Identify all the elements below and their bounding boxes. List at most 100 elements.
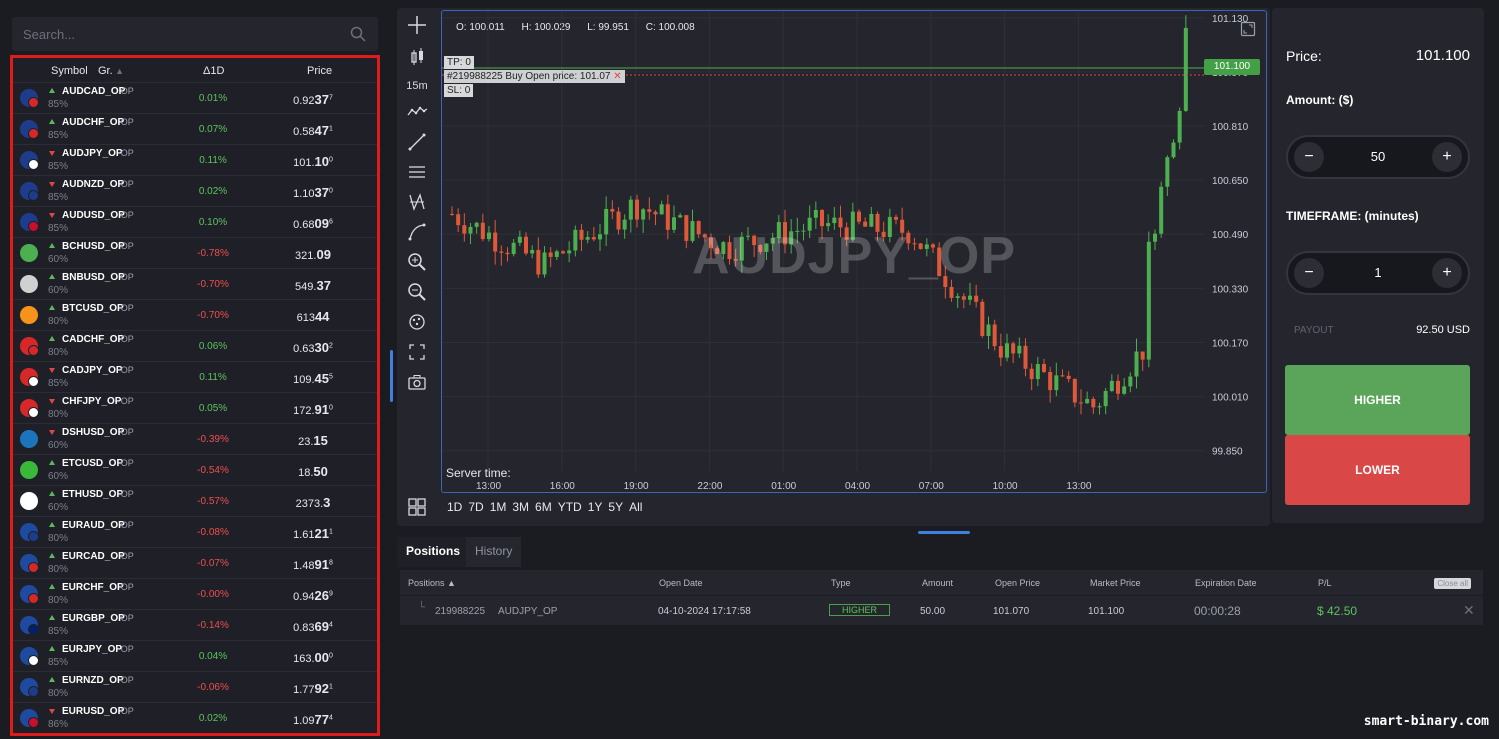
- range-all[interactable]: All: [629, 500, 642, 514]
- pattern-icon[interactable]: [405, 190, 429, 214]
- layout-grid-icon[interactable]: [407, 497, 427, 517]
- amount-value[interactable]: 50: [1328, 149, 1428, 164]
- col-type[interactable]: Type: [831, 578, 851, 588]
- timeframe-plus-button[interactable]: +: [1432, 258, 1462, 288]
- trend-up-icon: [49, 243, 55, 248]
- symbol-price: 1.09774: [268, 712, 358, 727]
- symbol-row[interactable]: EURNZD_OP OP 80% -0.06% 1.77921: [13, 672, 377, 703]
- symbol-row[interactable]: BTCUSD_OP OP 80% -0.70% 61344: [13, 300, 377, 331]
- range-6m[interactable]: 6M: [535, 500, 552, 514]
- symbol-row[interactable]: EURCHF_OP OP 80% -0.00% 0.94269: [13, 579, 377, 610]
- price-pips: 91: [314, 557, 329, 572]
- close-order-icon[interactable]: ✕: [613, 71, 621, 82]
- search-icon[interactable]: [350, 26, 366, 42]
- take-profit-label[interactable]: TP: 0: [444, 56, 474, 69]
- camera-icon[interactable]: [405, 370, 429, 394]
- tab-history[interactable]: History: [466, 537, 522, 567]
- range-3m[interactable]: 3M: [512, 500, 529, 514]
- range-1d[interactable]: 1D: [447, 500, 462, 514]
- symbol-payout: 85%: [48, 378, 69, 389]
- crosshair-icon[interactable]: [405, 13, 429, 37]
- symbol-row[interactable]: EURAUD_OP OP 80% -0.08% 1.61211: [13, 517, 377, 548]
- amount-minus-button[interactable]: −: [1294, 142, 1324, 172]
- symbol-row[interactable]: AUDJPY_OP OP 85% 0.11% 101.100: [13, 145, 377, 176]
- zoom-out-icon[interactable]: [405, 280, 429, 304]
- symbol-row[interactable]: EURUSD_OP OP 86% 0.02% 1.09774: [13, 703, 377, 733]
- line-chart-icon[interactable]: [405, 100, 429, 124]
- col-symbol[interactable]: Symbol: [51, 65, 88, 77]
- symbol-row[interactable]: AUDUSD_OP OP 85% 0.10% 0.68096: [13, 207, 377, 238]
- tab-positions[interactable]: Positions: [397, 537, 470, 567]
- horizontal-lines-icon[interactable]: [405, 160, 429, 184]
- symbol-row[interactable]: DSHUSD_OP OP 60% -0.39% 23.15: [13, 424, 377, 455]
- price-fraction: 8: [328, 559, 333, 567]
- symbol-payout: 60%: [48, 285, 69, 296]
- search-input[interactable]: [12, 17, 342, 51]
- trend-up-icon: [49, 305, 55, 310]
- open-order-label[interactable]: #219988225 Buy Open price: 101.07 ✕: [444, 70, 625, 83]
- col-amount[interactable]: Amount: [922, 578, 953, 588]
- timeframe-button[interactable]: 15m: [405, 74, 429, 98]
- panel-resize-handle[interactable]: [390, 350, 393, 402]
- col-pl[interactable]: P/L: [1318, 578, 1332, 588]
- x-tick-label: 16:00: [550, 481, 575, 492]
- symbol-price: 1.10370: [268, 185, 358, 200]
- quote-flag-icon: [28, 593, 39, 604]
- candle-body: [678, 215, 683, 218]
- curve-tool-icon[interactable]: [405, 220, 429, 244]
- col-delta[interactable]: Δ1D: [203, 65, 224, 77]
- symbol-payout: 80%: [48, 688, 69, 699]
- symbol-flag-icon: [20, 275, 38, 293]
- symbol-row[interactable]: CADJPY_OP OP 85% 0.11% 109.455: [13, 362, 377, 393]
- price-label: Price:: [1286, 48, 1322, 64]
- higher-button[interactable]: HIGHER: [1285, 365, 1470, 435]
- symbol-row[interactable]: CADCHF_OP OP 80% 0.06% 0.63302: [13, 331, 377, 362]
- symbol-name: BCHUSD_OP: [62, 241, 125, 252]
- symbol-row[interactable]: AUDCHF_OP OP 85% 0.07% 0.58471: [13, 114, 377, 145]
- x-tick-label: 19:00: [624, 481, 649, 492]
- trend-line-icon[interactable]: [405, 130, 429, 154]
- close-all-button[interactable]: Close all: [1434, 578, 1471, 589]
- stop-loss-label[interactable]: SL: 0: [444, 84, 474, 97]
- symbol-row[interactable]: AUDNZD_OP OP 85% 0.02% 1.10370: [13, 176, 377, 207]
- symbol-row[interactable]: AUDCAD_OP OP 85% 0.01% 0.92377: [13, 83, 377, 114]
- symbol-row[interactable]: CHFJPY_OP OP 80% 0.05% 172.910: [13, 393, 377, 424]
- price-chart[interactable]: O: 100.011 H: 100.029 L: 99.951 C: 100.0…: [441, 10, 1267, 493]
- candle-body: [1159, 186, 1164, 234]
- indicators-icon[interactable]: [405, 310, 429, 334]
- col-expiration[interactable]: Expiration Date: [1195, 578, 1257, 588]
- symbol-row[interactable]: ETHUSD_OP OP 60% -0.57% 2373.3: [13, 486, 377, 517]
- amount-plus-button[interactable]: +: [1432, 142, 1462, 172]
- range-1y[interactable]: 1Y: [588, 500, 603, 514]
- symbol-row[interactable]: ETCUSD_OP OP 60% -0.54% 18.50: [13, 455, 377, 486]
- range-ytd[interactable]: YTD: [558, 500, 582, 514]
- col-group[interactable]: Gr. ▲: [98, 65, 124, 77]
- candle-body: [1171, 142, 1176, 158]
- lower-button[interactable]: LOWER: [1285, 435, 1470, 505]
- candle-body: [474, 222, 479, 227]
- range-1m[interactable]: 1M: [490, 500, 507, 514]
- zoom-in-icon[interactable]: [405, 250, 429, 274]
- range-7d[interactable]: 7D: [468, 500, 483, 514]
- candle-body: [493, 232, 498, 252]
- symbol-row[interactable]: EURJPY_OP OP 85% 0.04% 163.000: [13, 641, 377, 672]
- position-row[interactable]: └ 219988225 AUDJPY_OP 04-10-2024 17:17:5…: [400, 595, 1483, 625]
- panel-divider-handle[interactable]: [918, 531, 970, 534]
- timeframe-value[interactable]: 1: [1328, 265, 1428, 280]
- y-tick-label: 99.850: [1212, 447, 1243, 458]
- range-5y[interactable]: 5Y: [608, 500, 623, 514]
- close-position-icon[interactable]: ✕: [1463, 602, 1475, 619]
- col-open-date[interactable]: Open Date: [659, 578, 703, 588]
- candlestick-icon[interactable]: [405, 45, 429, 69]
- col-open-price[interactable]: Open Price: [995, 578, 1040, 588]
- col-market-price[interactable]: Market Price: [1090, 578, 1141, 588]
- col-price[interactable]: Price: [307, 65, 332, 77]
- timeframe-minus-button[interactable]: −: [1294, 258, 1324, 288]
- fullscreen-icon[interactable]: [405, 340, 429, 364]
- symbol-row[interactable]: EURGBP_OP OP 85% -0.14% 0.83694: [13, 610, 377, 641]
- symbol-row[interactable]: EURCAD_OP OP 80% -0.07% 1.48918: [13, 548, 377, 579]
- col-positions[interactable]: Positions ▲: [408, 578, 456, 588]
- symbol-row[interactable]: BCHUSD_OP OP 60% -0.78% 321.09: [13, 238, 377, 269]
- candle-body: [653, 211, 658, 215]
- symbol-row[interactable]: BNBUSD_OP OP 60% -0.70% 549.37: [13, 269, 377, 300]
